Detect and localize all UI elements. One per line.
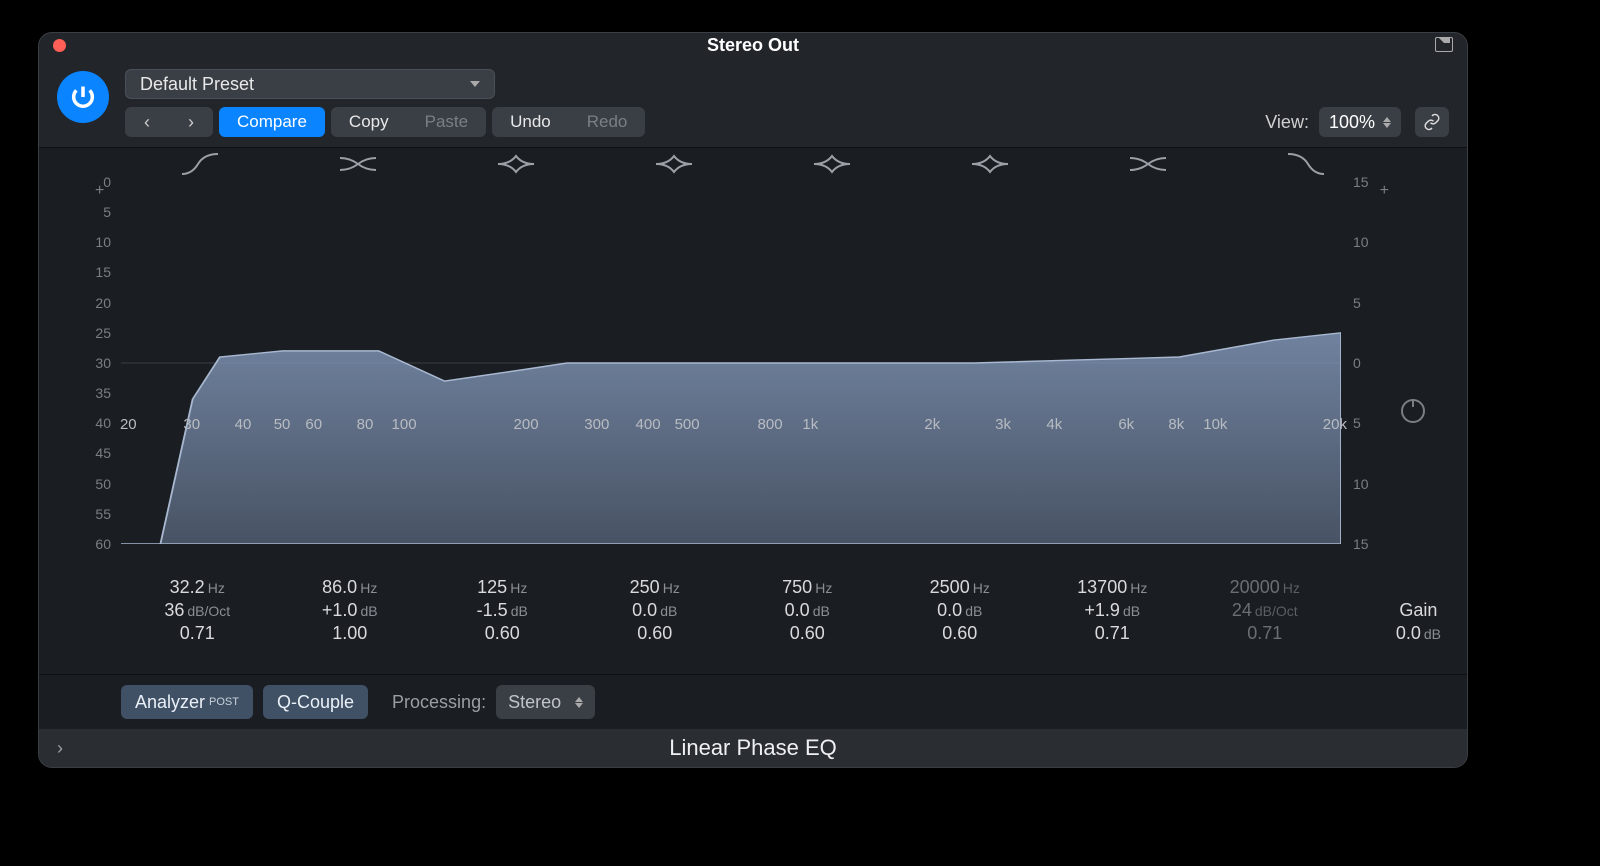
view-label: View:: [1265, 112, 1309, 133]
header: Default Preset ‹ › Compare Copy Paste Un…: [39, 57, 1467, 147]
q-couple-button[interactable]: Q-Couple: [263, 685, 368, 719]
band-q[interactable]: 0.60: [731, 623, 884, 644]
band-q[interactable]: 0.60: [426, 623, 579, 644]
band-2: 125Hz-1.5dB0.60: [426, 575, 579, 646]
gain-column: Gain 0.0dB: [1396, 598, 1441, 646]
band-shape-7[interactable]: [1227, 152, 1385, 176]
processing-select[interactable]: Stereo: [496, 685, 595, 719]
band-gain[interactable]: 0.0dB: [579, 600, 732, 621]
band-5: 2500Hz0.0dB0.60: [884, 575, 1037, 646]
expand-icon[interactable]: [1435, 37, 1453, 52]
band-shape-0[interactable]: [121, 152, 279, 176]
band-shape-5[interactable]: [911, 152, 1069, 176]
band-q[interactable]: 1.00: [274, 623, 427, 644]
bottom-bar: › Linear Phase EQ: [39, 729, 1467, 767]
band-6: 13700Hz+1.9dB0.71: [1036, 575, 1189, 646]
plugin-name: Linear Phase EQ: [39, 735, 1467, 761]
undo-button[interactable]: Undo: [492, 107, 569, 137]
band-freq[interactable]: 20000Hz: [1189, 577, 1342, 598]
band-shape-row: [121, 152, 1385, 176]
band-freq[interactable]: 13700Hz: [1036, 577, 1189, 598]
link-button[interactable]: [1415, 107, 1449, 137]
y-axis-left: 051015202530354045505560: [85, 182, 111, 544]
disclosure-icon[interactable]: ›: [57, 738, 63, 759]
nav-segment: ‹ ›: [125, 107, 213, 137]
band-q[interactable]: 0.60: [884, 623, 1037, 644]
footer-controls: AnalyzerPOST Q-Couple Processing: Stereo: [39, 675, 1467, 729]
plugin-window: Stereo Out Default Preset ‹ › Compare Co…: [38, 32, 1468, 768]
band-1: 86.0Hz+1.0dB1.00: [274, 575, 427, 646]
power-button[interactable]: [57, 71, 109, 123]
band-freq[interactable]: 86.0Hz: [274, 577, 427, 598]
band-shape-1[interactable]: [279, 152, 437, 176]
band-freq[interactable]: 2500Hz: [884, 577, 1037, 598]
band-shape-4[interactable]: [753, 152, 911, 176]
redo-button[interactable]: Redo: [569, 107, 646, 137]
compare-button[interactable]: Compare: [219, 107, 325, 137]
preset-name: Default Preset: [140, 74, 254, 95]
band-freq[interactable]: 125Hz: [426, 577, 579, 598]
band-freq[interactable]: 32.2Hz: [121, 577, 274, 598]
power-icon: [69, 83, 97, 111]
processing-label: Processing:: [392, 692, 486, 713]
chevron-down-icon: [470, 81, 480, 87]
band-freq[interactable]: 750Hz: [731, 577, 884, 598]
link-icon: [1423, 113, 1441, 131]
band-gain[interactable]: +1.9dB: [1036, 600, 1189, 621]
band-gain[interactable]: -1.5dB: [426, 600, 579, 621]
preset-select[interactable]: Default Preset: [125, 69, 495, 99]
paste-button[interactable]: Paste: [407, 107, 486, 137]
close-icon[interactable]: [53, 39, 66, 52]
x-axis: 2030405060801002003004005008001k2k3k4k6k…: [121, 416, 1341, 434]
gain-value[interactable]: 0.0: [1396, 623, 1421, 643]
stepper-icon: [1383, 117, 1391, 128]
view-zoom[interactable]: 100%: [1319, 107, 1401, 137]
band-gain[interactable]: +1.0dB: [274, 600, 427, 621]
band-shape-3[interactable]: [595, 152, 753, 176]
band-gain[interactable]: 24dB/Oct: [1189, 600, 1342, 621]
next-button[interactable]: ›: [169, 107, 213, 137]
eq-area: + 051015202530354045505560 + 15105051015…: [39, 147, 1467, 675]
stepper-icon: [575, 697, 583, 708]
analyzer-button[interactable]: AnalyzerPOST: [121, 685, 253, 719]
band-q[interactable]: 0.71: [121, 623, 274, 644]
band-params: 32.2Hz36dB/Oct0.7186.0Hz+1.0dB1.00125Hz-…: [121, 575, 1341, 646]
band-shape-2[interactable]: [437, 152, 595, 176]
band-gain[interactable]: 36dB/Oct: [121, 600, 274, 621]
gain-knob[interactable]: [1401, 399, 1425, 423]
band-gain[interactable]: 0.0dB: [884, 600, 1037, 621]
band-q[interactable]: 0.71: [1189, 623, 1342, 644]
y-axis-right: 15105051015: [1353, 182, 1379, 544]
band-gain[interactable]: 0.0dB: [731, 600, 884, 621]
band-shape-6[interactable]: [1069, 152, 1227, 176]
band-q[interactable]: 0.71: [1036, 623, 1189, 644]
prev-button[interactable]: ‹: [125, 107, 169, 137]
view-value: 100%: [1329, 112, 1375, 133]
title-bar: Stereo Out: [39, 33, 1467, 57]
gain-label: Gain: [1396, 600, 1441, 621]
band-q[interactable]: 0.60: [579, 623, 732, 644]
band-4: 750Hz0.0dB0.60: [731, 575, 884, 646]
band-7: 20000Hz24dB/Oct0.71: [1189, 575, 1342, 646]
band-freq[interactable]: 250Hz: [579, 577, 732, 598]
band-3: 250Hz0.0dB0.60: [579, 575, 732, 646]
window-title: Stereo Out: [707, 35, 799, 56]
band-0: 32.2Hz36dB/Oct0.71: [121, 575, 274, 646]
copy-button[interactable]: Copy: [331, 107, 407, 137]
plus-right: +: [1380, 182, 1389, 200]
eq-graph[interactable]: [121, 182, 1341, 544]
